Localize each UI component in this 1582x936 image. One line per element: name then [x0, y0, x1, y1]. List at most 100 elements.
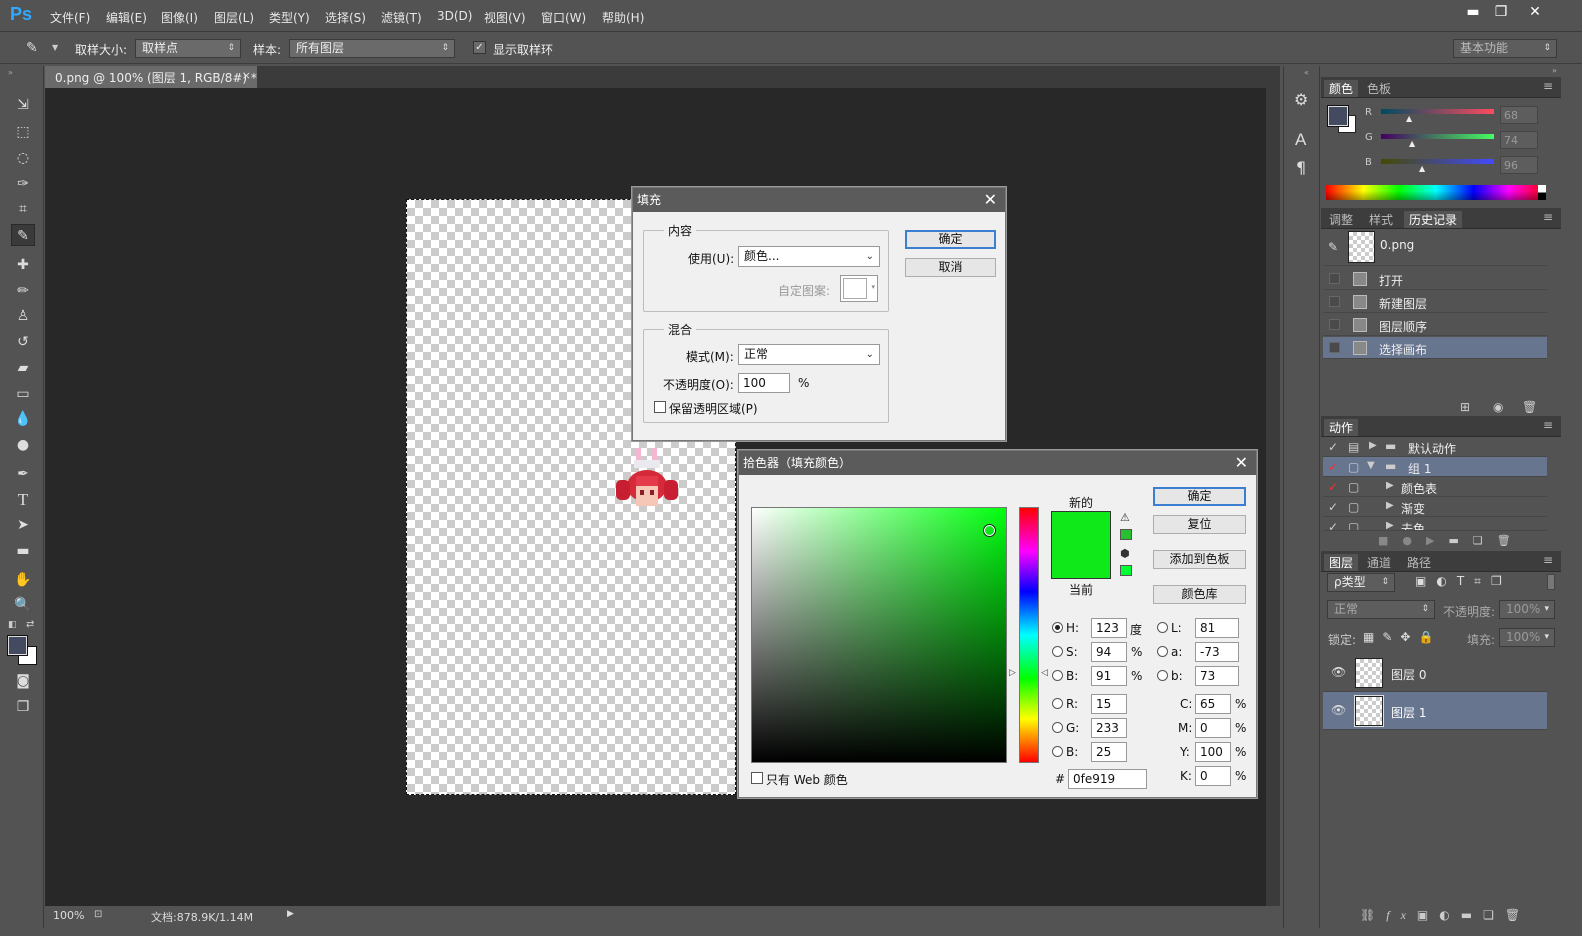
g-value[interactable]: 74 — [1500, 131, 1538, 149]
path-select-icon[interactable]: ➤ — [11, 514, 35, 536]
foreground-color-swatch[interactable] — [7, 635, 28, 656]
status-menu-arrow-icon[interactable]: ▶ — [287, 909, 294, 919]
history-item[interactable]: 图层顺序 — [1323, 314, 1547, 336]
history-checkbox[interactable] — [1329, 319, 1340, 330]
play-icon[interactable]: ▶ — [1426, 534, 1448, 547]
checkmark-icon[interactable]: ✓ — [1328, 500, 1338, 514]
dialog-toggle-icon[interactable]: ▤ — [1348, 440, 1359, 454]
lab-b-radio[interactable] — [1157, 670, 1168, 681]
eye-icon[interactable]: 👁 — [1331, 665, 1346, 679]
hex-input[interactable]: 0fe919 — [1068, 769, 1147, 789]
pen-icon[interactable]: ✒ — [11, 463, 35, 485]
tab-history[interactable]: 历史记录 — [1404, 211, 1463, 228]
eyedropper-tool-icon[interactable]: ✎ — [11, 224, 35, 246]
menu-edit[interactable]: 编辑(E) — [106, 9, 147, 26]
brush-icon[interactable]: ✏ — [11, 280, 35, 302]
mode-select[interactable]: 正常 ⌄ — [738, 344, 880, 365]
crop-icon[interactable]: ⌗ — [11, 198, 35, 220]
dialog-toggle-icon[interactable]: ▢ — [1348, 460, 1359, 474]
fx-icon[interactable]: fx — [1386, 908, 1417, 922]
menu-layer[interactable]: 图层(L) — [214, 9, 254, 26]
expand-arrow-icon[interactable]: ▶ — [1369, 440, 1377, 451]
adjustment-filter-icon[interactable]: ◐ — [1436, 574, 1456, 588]
layer-fill-input[interactable]: 100% ▾ — [1499, 628, 1555, 647]
r-value[interactable]: 68 — [1500, 106, 1538, 124]
close-window-button[interactable]: ✕ — [1520, 2, 1550, 22]
shape-filter-icon[interactable]: ⌗ — [1474, 574, 1491, 588]
brightness-radio[interactable] — [1052, 670, 1063, 681]
properties-icon[interactable]: ⚙ — [1294, 90, 1308, 109]
lock-paint-icon[interactable]: ✎ — [1382, 630, 1400, 644]
panel-menu-icon[interactable]: ≡ — [1543, 418, 1553, 432]
g-input[interactable]: 233 — [1091, 718, 1127, 738]
fill-dialog-titlebar[interactable]: 填充 ✕ — [633, 188, 1005, 212]
color-picker-titlebar[interactable]: 拾色器（填充颜色） ✕ — [739, 451, 1256, 475]
checkmark-icon[interactable]: ✓ — [1328, 520, 1338, 530]
history-checkbox[interactable] — [1329, 342, 1340, 353]
collapse-icon[interactable]: » — [8, 68, 13, 77]
adjustment-icon[interactable]: ◐ — [1439, 908, 1460, 922]
record-icon[interactable]: ● — [1402, 534, 1426, 547]
r-radio[interactable] — [1052, 698, 1063, 709]
y-input[interactable]: 100 — [1195, 742, 1231, 762]
s-radio[interactable] — [1052, 646, 1063, 657]
color-libraries-button[interactable]: 颜色库 — [1153, 585, 1246, 604]
pixel-filter-icon[interactable]: ▣ — [1415, 574, 1436, 588]
move-icon[interactable]: ⇲ — [11, 94, 35, 116]
menu-window[interactable]: 窗口(W) — [541, 9, 586, 26]
panel-menu-icon[interactable]: ≡ — [1543, 210, 1553, 224]
dialog-toggle-icon[interactable]: ▢ — [1348, 500, 1359, 514]
default-colors-icon[interactable]: ◧ — [8, 620, 17, 630]
action-row[interactable]: ✓ ▢ ▶ 颜色表 — [1323, 477, 1547, 497]
expand-arrow-icon[interactable]: ▶ — [1386, 520, 1394, 530]
close-tab-icon[interactable]: × — [242, 69, 251, 82]
tab-layers[interactable]: 图层 — [1324, 554, 1359, 571]
current-color-swatch[interactable] — [1052, 545, 1110, 578]
panel-expand-icon[interactable]: » — [1552, 66, 1557, 75]
camera-icon[interactable]: ◉ — [1493, 400, 1503, 414]
history-item-selected[interactable]: 选择画布 — [1323, 337, 1547, 359]
blue-input[interactable]: 25 — [1091, 742, 1127, 762]
action-set-row-selected[interactable]: ✓ ▢ ▼ ▬ 组 1 — [1323, 457, 1547, 477]
document-tab[interactable]: 0.png @ 100% (图层 1, RGB/8#) * × — [45, 66, 257, 88]
menu-select[interactable]: 选择(S) — [325, 9, 366, 26]
sample-select[interactable]: 所有图层 ⇕ — [289, 39, 455, 58]
smart-filter-icon[interactable]: ❐ — [1491, 574, 1512, 588]
canvas-vertical-scrollbar[interactable] — [1266, 88, 1280, 906]
lab-b-input[interactable]: 73 — [1195, 666, 1239, 686]
preserve-transparency-checkbox[interactable] — [654, 401, 666, 413]
tab-swatches[interactable]: 色板 — [1367, 80, 1391, 97]
color-panel-fg-swatch[interactable] — [1327, 105, 1349, 127]
expand-arrow-icon[interactable]: ▶ — [1386, 500, 1394, 511]
gamut-color-swatch[interactable] — [1120, 529, 1132, 540]
panel-menu-icon[interactable]: ≡ — [1543, 79, 1553, 93]
type-filter-icon[interactable]: T — [1457, 574, 1474, 588]
saturation-brightness-field[interactable] — [751, 507, 1007, 763]
web-only-checkbox[interactable] — [751, 772, 763, 784]
color-spectrum-ramp[interactable] — [1326, 185, 1546, 200]
m-input[interactable]: 0 — [1195, 718, 1231, 738]
history-checkbox[interactable] — [1329, 296, 1340, 307]
layer-filter-select[interactable]: ρ类型 ⇕ — [1327, 573, 1395, 592]
healing-icon[interactable]: ✚ — [11, 254, 35, 276]
workspace-select[interactable]: 基本功能 ⇕ — [1453, 39, 1557, 58]
h-radio[interactable] — [1052, 622, 1063, 633]
filter-toggle[interactable] — [1547, 574, 1555, 590]
tab-adjustments[interactable]: 调整 — [1329, 211, 1353, 228]
brightness-input[interactable]: 91 — [1091, 666, 1127, 686]
expand-arrow-icon[interactable]: ▶ — [1386, 480, 1394, 491]
link-icon[interactable]: ⛓ — [1360, 908, 1386, 922]
fill-ok-button[interactable]: 确定 — [905, 230, 996, 249]
blend-mode-select[interactable]: 正常 ⇕ — [1327, 600, 1435, 619]
blur-icon[interactable]: 💧 — [11, 408, 35, 430]
show-ring-checkbox[interactable]: ✓ — [473, 41, 486, 54]
hue-slider-left-arrow-icon[interactable]: ▷ — [1009, 668, 1016, 678]
c-input[interactable]: 65 — [1195, 694, 1231, 714]
menu-filter[interactable]: 滤镜(T) — [381, 9, 422, 26]
r-slider-thumb-icon[interactable]: ▲ — [1406, 114, 1412, 123]
web-color-swatch[interactable] — [1120, 565, 1132, 576]
stop-icon[interactable]: ■ — [1378, 534, 1402, 547]
history-checkbox[interactable] — [1329, 273, 1340, 284]
quick-mask-icon[interactable]: ◙ — [11, 670, 35, 692]
close-icon[interactable]: ✕ — [1235, 451, 1248, 475]
